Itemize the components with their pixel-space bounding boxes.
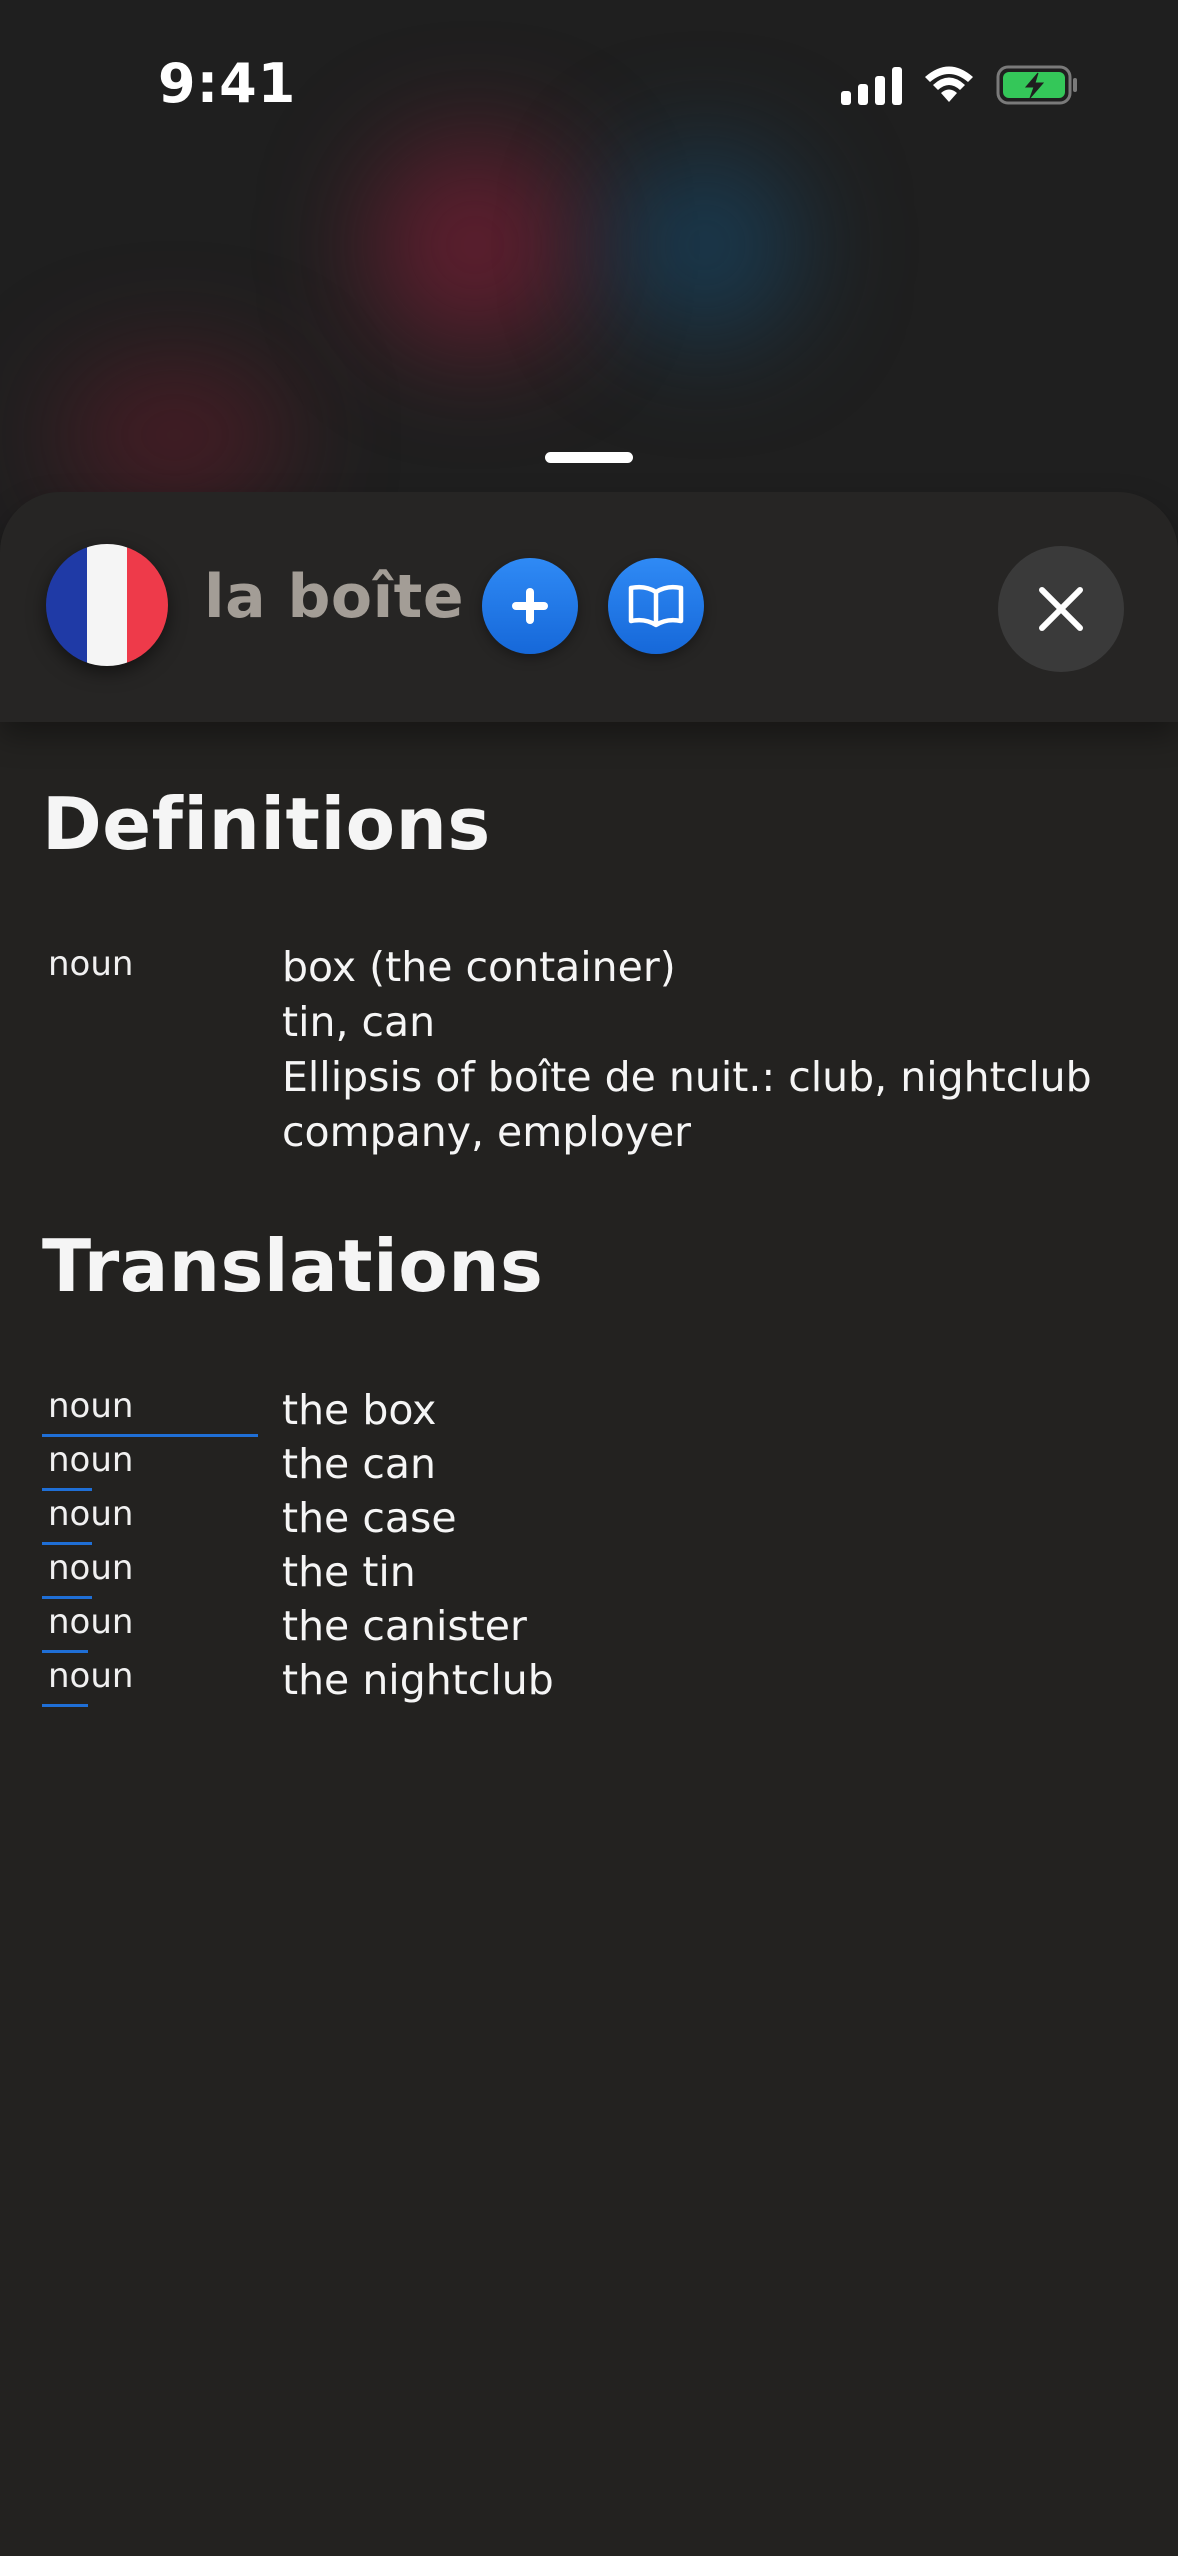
status-icons — [841, 64, 1078, 106]
translation-pos-label: noun — [48, 1494, 134, 1534]
translation-pos-label: noun — [48, 1602, 134, 1642]
background-glow — [60, 360, 290, 510]
french-flag-icon — [46, 544, 168, 666]
close-icon — [1039, 587, 1083, 631]
translation-item[interactable]: noun the tin — [0, 1548, 1178, 1602]
wifi-icon — [925, 66, 973, 102]
sheet-header: la boîte — [0, 492, 1178, 722]
translation-pos-label: noun — [48, 1440, 134, 1480]
add-word-button[interactable] — [482, 558, 578, 654]
selection-underline — [42, 1488, 92, 1491]
definition-list: box (the container) tin, can Ellipsis of… — [282, 940, 1092, 1160]
translation-item[interactable]: noun the can — [0, 1440, 1178, 1494]
background-glow — [610, 150, 800, 340]
translation-text: the box — [282, 1386, 437, 1434]
selection-underline — [42, 1596, 92, 1599]
translation-text: the can — [282, 1440, 436, 1488]
definition-item: Ellipsis of boîte de nuit.: club, nightc… — [282, 1053, 1092, 1101]
translation-item[interactable]: noun the canister — [0, 1602, 1178, 1656]
dictionary-button[interactable] — [608, 558, 704, 654]
translation-text: the tin — [282, 1548, 416, 1596]
translation-item[interactable]: noun the case — [0, 1494, 1178, 1548]
background-glow — [370, 140, 580, 350]
book-open-icon — [628, 584, 684, 628]
definition-pos-label: noun — [48, 944, 134, 984]
word-title: la boîte — [204, 562, 465, 632]
translation-text: the case — [282, 1494, 457, 1542]
plus-icon — [512, 588, 548, 624]
screen: 9:41 la boîte Definitions noun box (the … — [0, 0, 1178, 2556]
close-button[interactable] — [998, 546, 1124, 672]
translation-item[interactable]: noun the nightclub — [0, 1656, 1178, 1710]
selection-underline — [42, 1704, 88, 1707]
translation-item[interactable]: noun the box — [0, 1386, 1178, 1440]
cellular-signal-icon — [841, 65, 902, 105]
translation-pos-label: noun — [48, 1386, 134, 1426]
battery-charging-icon — [996, 65, 1077, 105]
status-time: 9:41 — [158, 52, 297, 115]
translations-heading: Translations — [42, 1224, 544, 1308]
definition-item: tin, can — [282, 998, 436, 1046]
word-detail-sheet: la boîte Definitions noun box (the conta… — [0, 492, 1178, 2556]
definitions-heading: Definitions — [42, 782, 491, 866]
translation-pos-label: noun — [48, 1548, 134, 1588]
translation-pos-label: noun — [48, 1656, 134, 1696]
definition-item: box (the container) — [282, 943, 676, 991]
translation-text: the nightclub — [282, 1656, 554, 1704]
status-bar: 9:41 — [0, 0, 1178, 150]
selection-underline — [42, 1434, 258, 1437]
selection-underline — [42, 1542, 92, 1545]
sheet-grabber[interactable] — [545, 452, 633, 463]
definition-item: company, employer — [282, 1108, 692, 1156]
translation-text: the canister — [282, 1602, 527, 1650]
selection-underline — [42, 1650, 88, 1653]
